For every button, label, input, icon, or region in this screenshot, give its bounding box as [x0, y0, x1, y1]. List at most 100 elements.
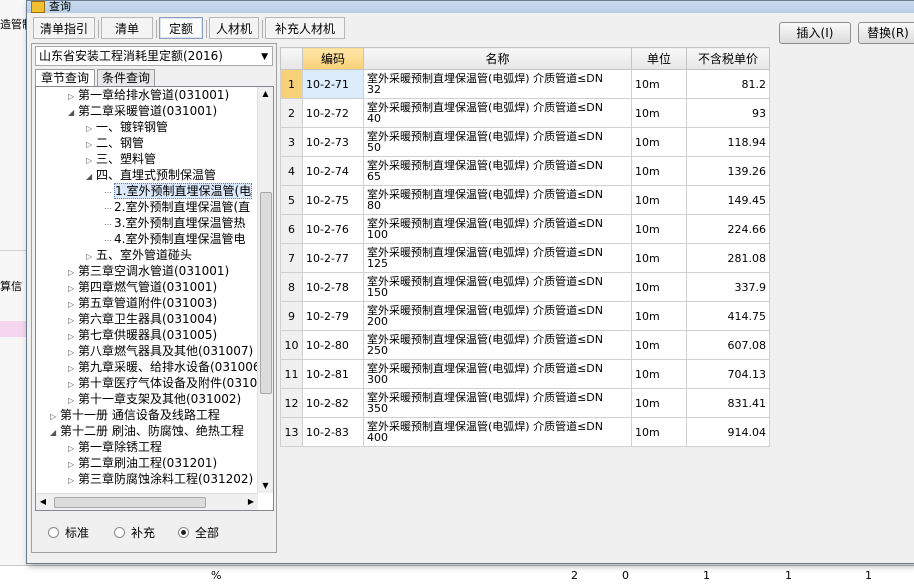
price-cell[interactable]: 281.08	[686, 243, 770, 273]
table-row[interactable]: 3 10-2-73 室外采暖预制直埋保温管(电弧焊) 介质管道≤DN 50 10m 118…	[280, 127, 770, 157]
price-cell[interactable]: 414.75	[686, 301, 770, 331]
scroll-thumb[interactable]	[54, 497, 206, 508]
table-row[interactable]: 7 10-2-77 室外采暖预制直埋保温管(电弧焊) 介质管道≤DN 125 10m 28…	[280, 243, 770, 273]
tree-node[interactable]: ▷ 第十一章支架及其他(031002)	[68, 391, 241, 407]
unit-cell[interactable]: 10m	[631, 127, 687, 157]
unit-cell[interactable]: 10m	[631, 359, 687, 389]
table-row[interactable]: 5 10-2-75 室外采暖预制直埋保温管(电弧焊) 介质管道≤DN 80 10m 149…	[280, 185, 770, 215]
table-row[interactable]: 10 10-2-80 室外采暖预制直埋保温管(电弧焊) 介质管道≤DN 250 10m 6…	[280, 330, 770, 360]
tree-vertical-scrollbar[interactable]: ▲ ▼	[257, 87, 273, 493]
scroll-right-icon[interactable]: ▶	[244, 494, 258, 510]
unit-cell[interactable]: 10m	[631, 156, 687, 186]
scroll-up-icon[interactable]: ▲	[258, 87, 273, 101]
name-cell[interactable]: 室外采暖预制直埋保温管(电弧焊) 介质管道≤DN 400	[363, 417, 632, 447]
price-cell[interactable]: 831.41	[686, 388, 770, 418]
row-number-cell[interactable]: 2	[280, 98, 303, 128]
price-cell[interactable]: 139.26	[686, 156, 770, 186]
tree-node[interactable]: ▷ 第五章管道附件(031003)	[68, 295, 217, 311]
name-cell[interactable]: 室外采暖预制直埋保温管(电弧焊) 介质管道≤DN 350	[363, 388, 632, 418]
tree-node[interactable]: ◢ 四、直埋式预制保温管	[86, 167, 216, 183]
table-row[interactable]: 11 10-2-81 室外采暖预制直埋保温管(电弧焊) 介质管道≤DN 300 10m 7…	[280, 359, 770, 389]
table-row[interactable]: 13 10-2-83 室外采暖预制直埋保温管(电弧焊) 介质管道≤DN 400 10m 9…	[280, 417, 770, 447]
name-cell[interactable]: 室外采暖预制直埋保温管(电弧焊) 介质管道≤DN 32	[363, 69, 632, 99]
quota-library-select[interactable]: 山东省安装工程消耗里定额(2016) ▼	[35, 46, 273, 66]
expanded-arrow-icon[interactable]: ◢	[50, 425, 60, 441]
expanded-arrow-icon[interactable]: ◢	[68, 105, 78, 121]
tree-node[interactable]: ▷ 第八章燃气器具及其他(031007)	[68, 343, 253, 359]
code-cell[interactable]: 10-2-78	[302, 272, 364, 302]
row-number-cell[interactable]: 1	[280, 69, 303, 99]
row-number-cell[interactable]: 12	[280, 388, 303, 418]
name-cell[interactable]: 室外采暖预制直埋保温管(电弧焊) 介质管道≤DN 250	[363, 330, 632, 360]
radio-standard[interactable]: 标准	[48, 524, 89, 541]
radio-all[interactable]: 全部	[178, 524, 219, 541]
code-cell[interactable]: 10-2-77	[302, 243, 364, 273]
row-number-cell[interactable]: 10	[280, 330, 303, 360]
tab-extra-materials[interactable]: 补充人材机	[265, 17, 345, 39]
unit-cell[interactable]: 10m	[631, 272, 687, 302]
code-cell[interactable]: 10-2-71	[302, 69, 364, 99]
column-header-price[interactable]: 不含税单价	[686, 47, 770, 70]
code-cell[interactable]: 10-2-75	[302, 185, 364, 215]
column-header-code[interactable]: 编码	[302, 47, 364, 70]
code-cell[interactable]: 10-2-79	[302, 301, 364, 331]
unit-cell[interactable]: 10m	[631, 185, 687, 215]
code-cell[interactable]: 10-2-72	[302, 98, 364, 128]
radio-supplement[interactable]: 补充	[114, 524, 155, 541]
code-cell[interactable]: 10-2-73	[302, 127, 364, 157]
unit-cell[interactable]: 10m	[631, 98, 687, 128]
tab-bill[interactable]: 清单	[101, 17, 153, 39]
tree-node[interactable]: ◢ 第二章采暖管道(031001)	[68, 103, 217, 119]
tree-node[interactable]: ▷ 第三章防腐蚀涂料工程(031202)	[68, 471, 253, 487]
unit-cell[interactable]: 10m	[631, 330, 687, 360]
table-row[interactable]: 4 10-2-74 室外采暖预制直埋保温管(电弧焊) 介质管道≤DN 65 10m 139…	[280, 156, 770, 186]
code-cell[interactable]: 10-2-81	[302, 359, 364, 389]
tree-node[interactable]: ▷ 第十一册 通信设备及线路工程	[50, 407, 220, 423]
price-cell[interactable]: 704.13	[686, 359, 770, 389]
tab-bill-guide[interactable]: 清单指引	[33, 17, 95, 39]
price-cell[interactable]: 914.04	[686, 417, 770, 447]
tab-quota[interactable]: 定额	[159, 17, 203, 39]
tree-node[interactable]: ▷ 第一章除锈工程	[68, 439, 162, 455]
row-number-cell[interactable]: 9	[280, 301, 303, 331]
price-cell[interactable]: 607.08	[686, 330, 770, 360]
name-cell[interactable]: 室外采暖预制直埋保温管(电弧焊) 介质管道≤DN 200	[363, 301, 632, 331]
price-cell[interactable]: 118.94	[686, 127, 770, 157]
name-cell[interactable]: 室外采暖预制直埋保温管(电弧焊) 介质管道≤DN 100	[363, 214, 632, 244]
tree-node[interactable]: ▷ 五、室外管道碰头	[86, 247, 192, 263]
tree-horizontal-scrollbar[interactable]: ◀ ▶	[36, 493, 258, 510]
row-number-cell[interactable]: 5	[280, 185, 303, 215]
table-row[interactable]: 12 10-2-82 室外采暖预制直埋保温管(电弧焊) 介质管道≤DN 350 10m 8…	[280, 388, 770, 418]
row-number-cell[interactable]: 8	[280, 272, 303, 302]
table-row[interactable]: 6 10-2-76 室外采暖预制直埋保温管(电弧焊) 介质管道≤DN 100 10m 22…	[280, 214, 770, 244]
unit-cell[interactable]: 10m	[631, 301, 687, 331]
unit-cell[interactable]: 10m	[631, 388, 687, 418]
table-row[interactable]: 8 10-2-78 室外采暖预制直埋保温管(电弧焊) 介质管道≤DN 150 10m 33…	[280, 272, 770, 302]
row-number-cell[interactable]: 11	[280, 359, 303, 389]
price-cell[interactable]: 81.2	[686, 69, 770, 99]
table-row[interactable]: 1 10-2-71 室外采暖预制直埋保温管(电弧焊) 介质管道≤DN 32 10m 81.…	[280, 69, 770, 99]
row-number-cell[interactable]: 3	[280, 127, 303, 157]
tree-node[interactable]: ▷ 第十章医疗气体设备及附件(0310	[68, 375, 257, 391]
tree-node[interactable]: ▷ 第一章给排水管道(031001)	[68, 87, 229, 103]
unit-cell[interactable]: 10m	[631, 69, 687, 99]
tree-node[interactable]: ▷ 一、镀锌钢管	[86, 119, 168, 135]
unit-cell[interactable]: 10m	[631, 214, 687, 244]
tree-node[interactable]: ⋯ 2.室外预制直埋保温管(直	[104, 199, 250, 215]
expanded-arrow-icon[interactable]: ◢	[86, 169, 96, 185]
scroll-down-icon[interactable]: ▼	[258, 479, 273, 493]
tree-node[interactable]: ⋯ 1.室外预制直埋保温管(电	[104, 183, 253, 199]
row-number-cell[interactable]: 6	[280, 214, 303, 244]
tab-materials[interactable]: 人材机	[209, 17, 259, 39]
collapsed-arrow-icon[interactable]: ▷	[68, 473, 78, 489]
tree-node[interactable]: ▷ 二、钢管	[86, 135, 144, 151]
name-cell[interactable]: 室外采暖预制直埋保温管(电弧焊) 介质管道≤DN 150	[363, 272, 632, 302]
row-number-cell[interactable]: 7	[280, 243, 303, 273]
title-bar[interactable]: 查询	[27, 0, 914, 13]
name-cell[interactable]: 室外采暖预制直埋保温管(电弧焊) 介质管道≤DN 65	[363, 156, 632, 186]
tab-condition-query[interactable]: 条件查询	[97, 69, 155, 87]
tree-node[interactable]: ▷ 第六章卫生器具(031004)	[68, 311, 217, 327]
name-cell[interactable]: 室外采暖预制直埋保温管(电弧焊) 介质管道≤DN 40	[363, 98, 632, 128]
name-cell[interactable]: 室外采暖预制直埋保温管(电弧焊) 介质管道≤DN 125	[363, 243, 632, 273]
price-cell[interactable]: 337.9	[686, 272, 770, 302]
